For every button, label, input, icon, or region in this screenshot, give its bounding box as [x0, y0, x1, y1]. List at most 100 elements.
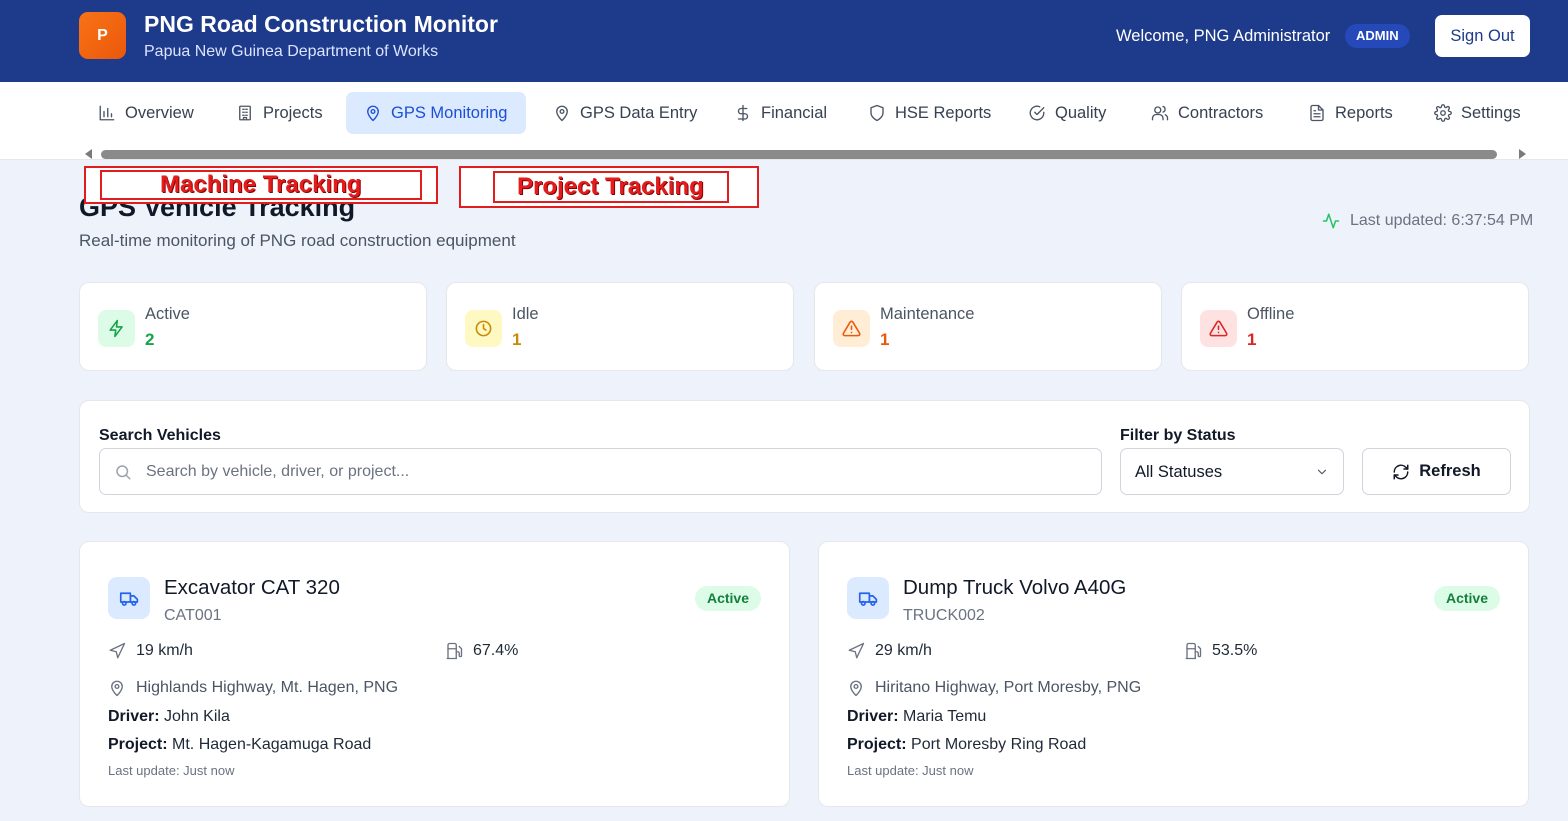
status-badge: Active — [694, 586, 761, 611]
main-nav: Overview Projects GPS Monitoring GPS Dat… — [0, 82, 1568, 160]
tab-contractors[interactable]: Contractors — [1151, 92, 1263, 134]
tab-label: Settings — [1461, 103, 1521, 122]
fuel-metric: 53.5% — [1184, 642, 1257, 660]
stat-card-offline: Offline 1 — [1181, 282, 1529, 371]
refresh-label: Refresh — [1419, 462, 1481, 480]
fuel-metric: 67.4% — [445, 642, 518, 660]
stat-value: 1 — [1247, 330, 1257, 349]
tab-hse-reports[interactable]: HSE Reports — [868, 92, 991, 134]
speed-value: 29 km/h — [875, 642, 932, 659]
vehicle-card[interactable]: Dump Truck Volvo A40G TRUCK002 Active 29… — [818, 541, 1529, 807]
sign-out-button[interactable]: Sign Out — [1435, 15, 1530, 57]
map-pin-icon — [850, 680, 862, 697]
stat-value: 1 — [512, 330, 522, 349]
filter-label: Filter by Status — [1120, 427, 1236, 444]
project-label: Project: — [847, 736, 907, 753]
tab-label: HSE Reports — [895, 103, 992, 122]
chevron-down-icon — [1317, 469, 1327, 475]
scroll-thumb[interactable] — [101, 150, 1497, 159]
tab-label: GPS Monitoring — [391, 103, 508, 122]
tab-gps-monitoring[interactable]: GPS Monitoring — [346, 92, 527, 134]
search-box[interactable] — [99, 448, 1102, 495]
last-update: Last update: Just now — [847, 763, 974, 778]
stat-value: 1 — [880, 330, 890, 349]
tab-settings[interactable]: Settings — [1434, 92, 1521, 134]
status-filter-select[interactable]: All Statuses — [1120, 448, 1344, 495]
fuel-value: 53.5% — [1212, 642, 1258, 659]
driver-line: Driver: John Kila — [108, 708, 230, 726]
tab-label: Quality — [1055, 103, 1107, 122]
project-name: Port Moresby Ring Road — [911, 736, 1087, 753]
tab-label: Contractors — [1178, 103, 1264, 122]
tab-label: Projects — [263, 103, 323, 122]
warning-icon — [1200, 310, 1237, 347]
stat-label: Maintenance — [880, 305, 975, 323]
search-icon — [116, 465, 131, 480]
fuel-value: 67.4% — [473, 642, 519, 659]
scroll-right-arrow[interactable] — [1519, 149, 1526, 159]
stat-label: Active — [145, 305, 190, 323]
stat-card-maintenance: Maintenance 1 — [814, 282, 1162, 371]
gear-icon — [1434, 104, 1452, 122]
tab-overview[interactable]: Overview — [98, 92, 194, 134]
app-title: PNG Road Construction Monitor — [144, 11, 498, 37]
location: Highlands Highway, Mt. Hagen, PNG — [108, 679, 398, 697]
annotation-label: Machine Tracking — [160, 171, 362, 198]
page-subtitle: Real-time monitoring of PNG road constru… — [79, 231, 516, 250]
dollar-icon — [737, 104, 749, 122]
map-pin-icon — [367, 105, 379, 122]
stat-card-idle: Idle 1 — [446, 282, 794, 371]
tab-label: Overview — [125, 103, 194, 122]
activity-icon — [1322, 213, 1340, 229]
project-name: Mt. Hagen-Kagamuga Road — [172, 736, 372, 753]
speed-metric: 29 km/h — [847, 642, 932, 660]
stat-label: Offline — [1247, 305, 1295, 323]
tab-quality[interactable]: Quality — [1028, 92, 1106, 134]
file-text-icon — [1310, 104, 1324, 122]
app-logo: P — [79, 12, 126, 59]
search-filter-panel: Search Vehicles Filter by Status All Sta… — [79, 400, 1530, 513]
location: Hiritano Highway, Port Moresby, PNG — [847, 679, 1141, 697]
stat-card-active: Active 2 — [79, 282, 427, 371]
annotation-label: Project Tracking — [517, 173, 704, 200]
nav-horizontal-scrollbar[interactable] — [83, 146, 1529, 160]
project-line: Project: Mt. Hagen-Kagamuga Road — [108, 736, 371, 754]
scroll-left-arrow[interactable] — [85, 149, 92, 159]
status-badge: Active — [1433, 586, 1500, 611]
speed-value: 19 km/h — [136, 642, 193, 659]
zap-icon — [98, 310, 135, 347]
vehicle-id: CAT001 — [164, 607, 222, 624]
tab-label: Reports — [1335, 103, 1393, 122]
building-icon — [239, 105, 251, 121]
tab-projects[interactable]: Projects — [236, 92, 323, 134]
welcome-text: Welcome, PNG Administrator — [1116, 27, 1331, 45]
machine-tracking-annotation: Machine Tracking — [84, 166, 438, 204]
vehicle-name: Excavator CAT 320 — [164, 576, 340, 599]
select-value: All Statuses — [1135, 463, 1223, 481]
fuel-icon — [446, 642, 463, 660]
map-pin-icon — [556, 105, 568, 122]
navigation-icon — [109, 642, 126, 659]
search-input[interactable] — [146, 459, 1046, 485]
users-icon — [1151, 105, 1169, 121]
truck-icon — [108, 577, 150, 619]
location-text: Highlands Highway, Mt. Hagen, PNG — [136, 679, 399, 696]
driver-line: Driver: Maria Temu — [847, 708, 986, 726]
refresh-button[interactable]: Refresh — [1362, 448, 1511, 495]
project-tracking-annotation: Project Tracking — [459, 166, 759, 208]
refresh-icon — [1393, 464, 1409, 479]
tab-reports[interactable]: Reports — [1308, 92, 1393, 134]
app-subtitle: Papua New Guinea Department of Works — [144, 43, 439, 60]
vehicle-id: TRUCK002 — [903, 607, 985, 624]
tab-gps-data-entry[interactable]: GPS Data Entry — [553, 92, 697, 134]
warning-icon — [833, 310, 870, 347]
tab-financial[interactable]: Financial — [734, 92, 827, 134]
vehicle-card[interactable]: Excavator CAT 320 CAT001 Active 19 km/h … — [79, 541, 790, 807]
fuel-icon — [1185, 642, 1202, 660]
stat-value: 2 — [145, 330, 155, 349]
tab-label: Financial — [761, 103, 828, 122]
speed-metric: 19 km/h — [108, 642, 193, 660]
driver-label: Driver: — [108, 708, 160, 725]
navigation-icon — [848, 642, 865, 659]
map-pin-icon — [111, 680, 123, 697]
